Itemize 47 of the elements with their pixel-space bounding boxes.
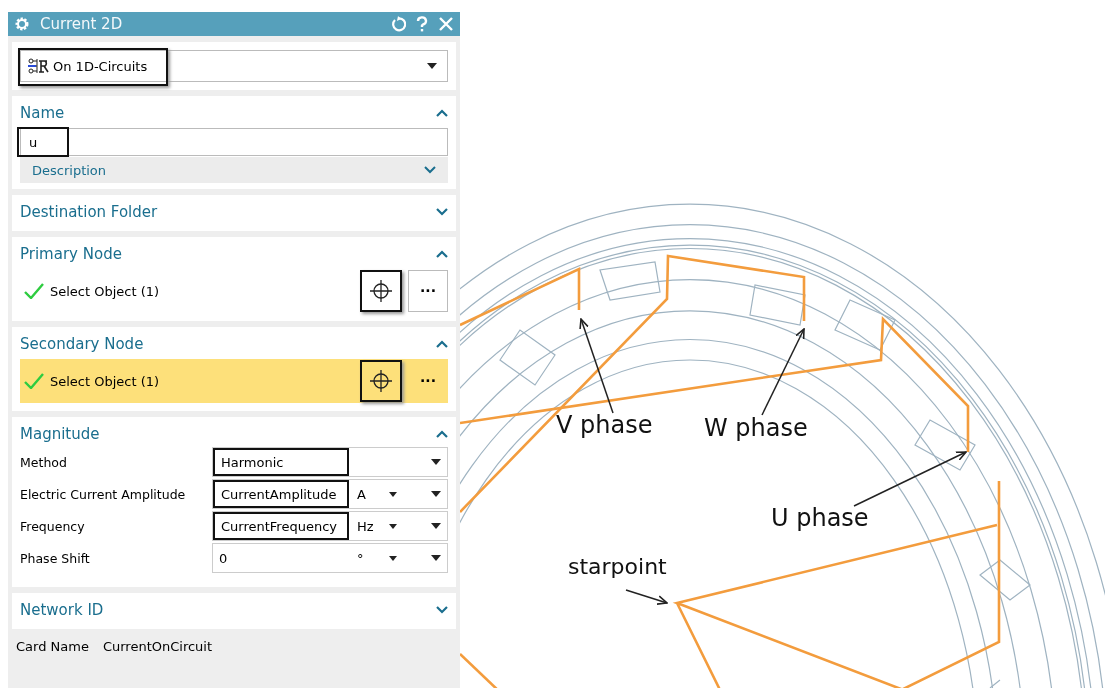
phase-label: U phase [771, 504, 869, 532]
unit-label: ° [357, 550, 365, 566]
caret-icon[interactable] [431, 523, 441, 529]
field-label: Method [20, 454, 68, 470]
crosshair-icon [369, 279, 393, 303]
caret-icon[interactable] [389, 555, 397, 561]
name-field[interactable]: u [20, 128, 448, 156]
select-object-row[interactable]: Select Object (1) ··· [20, 359, 448, 403]
value-field[interactable]: CurrentAmplitude A [212, 479, 448, 509]
phase-label: W phase [704, 414, 808, 442]
field-label: Frequency [20, 518, 86, 534]
crosshair-button[interactable] [360, 360, 402, 402]
field-label: Electric Current Amplitude [20, 486, 187, 502]
help-icon[interactable] [416, 16, 428, 32]
phase-label: V phase [556, 411, 653, 439]
unit-label: A [357, 486, 367, 502]
crosshair-icon [369, 369, 393, 393]
phase-label: starpoint [568, 554, 667, 579]
card-name-label: Card Name [16, 639, 89, 654]
caret-icon[interactable] [389, 491, 397, 497]
value-field[interactable]: Harmonic [212, 447, 448, 477]
caret-icon[interactable] [431, 491, 441, 497]
field-label: Phase Shift [20, 550, 91, 566]
value-field[interactable]: 0 ° [212, 543, 448, 573]
description-header[interactable]: Description [20, 157, 448, 183]
select-object-label: Select Object (1) [50, 373, 160, 389]
arrow [625, 589, 668, 605]
caret-icon[interactable] [431, 459, 441, 465]
section-header[interactable]: Name [20, 100, 448, 126]
reset-icon[interactable] [390, 16, 406, 32]
more-button[interactable]: ··· [408, 270, 448, 312]
window-title: Current 2D [40, 15, 123, 33]
section-header[interactable]: Primary Node [20, 241, 448, 267]
unit-label: Hz [357, 518, 375, 534]
select-object-row[interactable]: Select Object (1) ··· [20, 269, 448, 313]
card-name-value: CurrentOnCircuit [102, 639, 213, 654]
select-object-label: Select Object (1) [50, 283, 160, 299]
close-icon[interactable] [438, 16, 454, 32]
caret-icon[interactable] [389, 523, 397, 529]
caret-icon [427, 63, 437, 69]
value-field[interactable]: CurrentFrequency Hz [212, 511, 448, 541]
gear-icon [14, 16, 30, 32]
caret-icon[interactable] [431, 555, 441, 561]
circuit-icon [27, 57, 49, 75]
section-header[interactable]: Secondary Node [20, 331, 448, 357]
crosshair-button[interactable] [360, 270, 402, 312]
section-header[interactable]: Magnitude [20, 421, 448, 447]
